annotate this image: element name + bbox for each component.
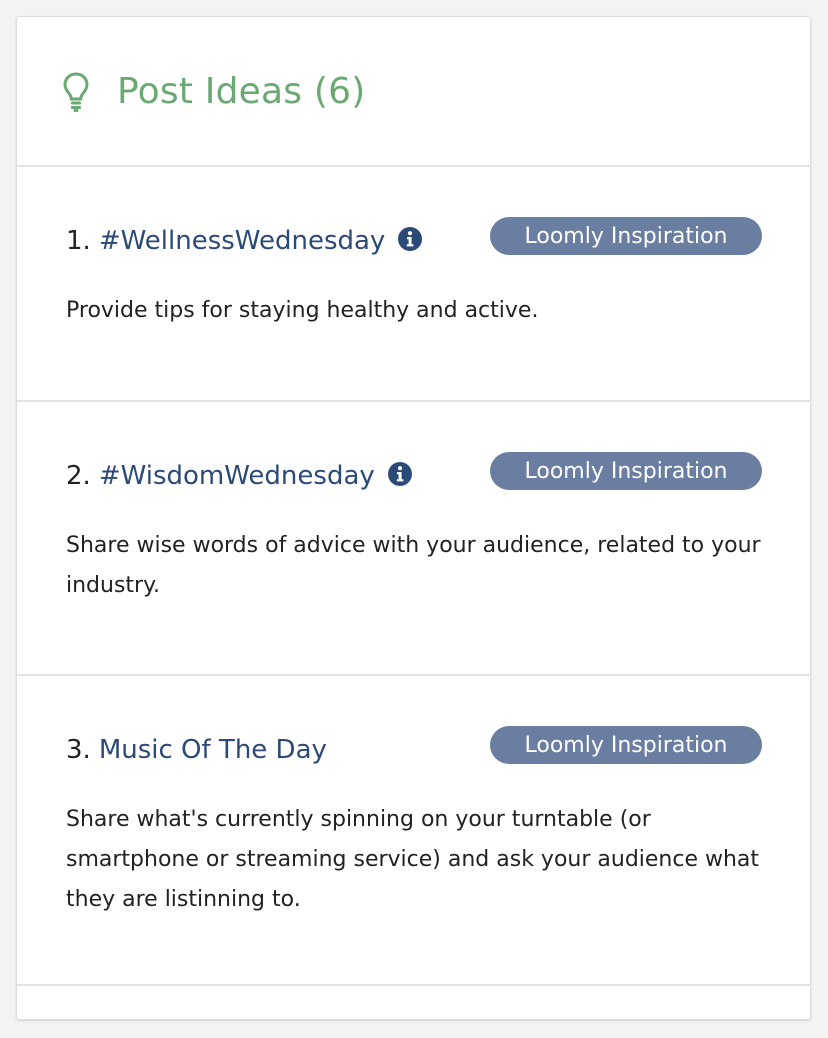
info-icon[interactable] — [387, 461, 413, 487]
loomly-inspiration-badge: Loomly Inspiration — [490, 726, 762, 764]
idea-description: Provide tips for staying healthy and act… — [66, 298, 539, 323]
lightbulb-icon — [63, 72, 89, 112]
idea-title-row: 3. Music Of The Day — [66, 730, 327, 770]
idea-number: 2. — [66, 461, 91, 491]
idea-number: 3. — [66, 735, 91, 765]
idea-title-row: 1. #WellnessWednesday — [66, 221, 423, 261]
panel-title: Post Ideas (6) — [117, 70, 366, 112]
panel-header: Post Ideas (6) — [17, 17, 810, 167]
idea-description: Share wise words of advice with your aud… — [66, 533, 761, 598]
info-icon[interactable] — [397, 226, 423, 252]
idea-title-link[interactable]: Music Of The Day — [99, 735, 327, 765]
idea-title-link[interactable]: #WellnessWednesday — [99, 226, 386, 256]
post-ideas-panel: Post Ideas (6) 1. #WellnessWednesday Loo… — [16, 16, 811, 1020]
idea-item: 2. #WisdomWednesday Loomly Inspiration S… — [17, 402, 810, 676]
loomly-inspiration-badge: Loomly Inspiration — [490, 452, 762, 490]
idea-title-row: 2. #WisdomWednesday — [66, 456, 413, 496]
idea-description: Share what's currently spinning on your … — [66, 807, 760, 912]
idea-number: 1. — [66, 226, 91, 256]
idea-item: 3. Music Of The Day Loomly Inspiration S… — [17, 676, 810, 986]
idea-title-link[interactable]: #WisdomWednesday — [99, 461, 375, 491]
idea-item: 1. #WellnessWednesday Loomly Inspiration… — [17, 167, 810, 402]
loomly-inspiration-badge: Loomly Inspiration — [490, 217, 762, 255]
